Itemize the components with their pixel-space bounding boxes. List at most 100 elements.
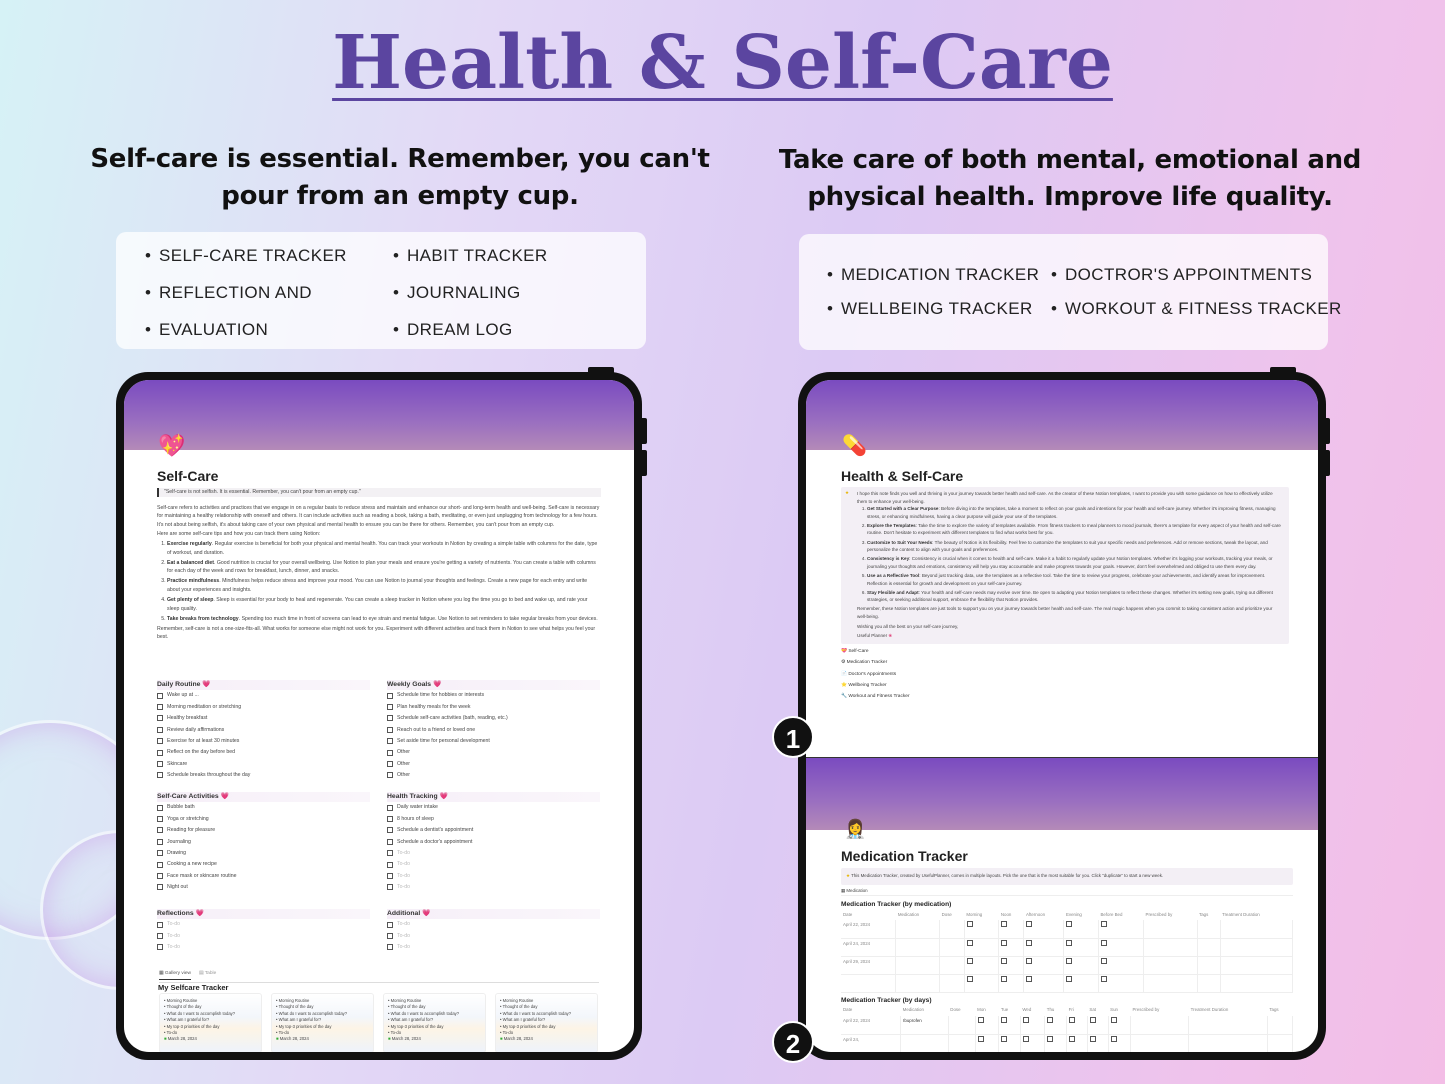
page-link[interactable]: 💝 Self-Care [841,646,1289,657]
checkbox-item[interactable]: Yoga or stretching [157,813,370,824]
checkbox-item[interactable]: Healthy breakfast [157,713,370,724]
checkbox-item[interactable]: Schedule time for hobbies or interests [387,690,600,701]
table-cell[interactable]: April 24, 2024 [841,938,897,957]
table-cell[interactable] [964,956,1000,975]
checkbox-item[interactable]: Wake up at ... [157,690,370,701]
table-cell[interactable] [841,974,897,993]
checkbox[interactable] [1066,975,1073,982]
checkbox[interactable] [157,804,163,811]
table-cell[interactable] [1098,956,1145,975]
table-cell[interactable] [1087,1016,1109,1035]
table-cell[interactable] [939,938,965,957]
checkbox[interactable] [1026,975,1033,982]
checkbox-item[interactable]: Reach out to a friend or loved one [387,724,600,735]
table-cell[interactable] [939,974,965,993]
checkbox[interactable] [387,884,393,891]
table-cell[interactable] [1063,956,1099,975]
gallery-card[interactable]: • Morning Routine • Thought of the day • W… [495,993,598,1052]
checkbox[interactable] [1110,1017,1117,1024]
checkbox[interactable] [387,933,393,940]
checkbox-placeholder[interactable]: To-do [387,930,600,941]
table-row[interactable]: April 24, 2024 [841,938,1294,957]
table-cell[interactable] [1098,920,1145,939]
checkbox-item[interactable]: Schedule breaks throughout the day [157,770,370,781]
table-cell[interactable] [1220,920,1294,939]
table-cell[interactable] [1197,974,1221,993]
checkbox-item[interactable]: Night out [157,882,370,893]
gallery-card[interactable]: • Morning Routine • Thought of the day • W… [159,993,262,1052]
table-row[interactable]: April 24, [841,1034,1294,1052]
table-cell[interactable] [998,938,1025,957]
checkbox[interactable] [966,939,973,946]
checkbox[interactable] [157,827,163,834]
checkbox[interactable] [157,704,163,711]
table-cell[interactable] [1020,1016,1046,1035]
checkbox-item[interactable]: Schedule a dentist's appointment [387,825,600,836]
table-cell[interactable] [895,920,941,939]
checkbox[interactable] [387,827,393,834]
checkbox[interactable] [1001,939,1008,946]
checkbox[interactable] [1001,1017,1008,1024]
checkbox-item[interactable]: Morning meditation or stretching [157,701,370,712]
table-cell[interactable] [1143,938,1198,957]
checkbox-item[interactable]: Daily water intake [387,802,600,813]
table-row[interactable]: April 29, 2024 [841,956,1294,975]
checkbox[interactable] [387,921,393,928]
checkbox-placeholder[interactable]: To-do [387,942,600,953]
table-cell[interactable] [1130,1034,1190,1052]
checkbox[interactable] [966,921,973,928]
table-cell[interactable] [1197,920,1221,939]
checkbox[interactable] [387,838,393,845]
checkbox[interactable] [387,704,393,711]
checkbox[interactable] [1001,1035,1008,1042]
checkbox[interactable] [1026,921,1033,928]
table-cell[interactable]: April 29, 2024 [841,956,897,975]
checkbox[interactable] [387,726,393,733]
table-cell[interactable]: April 22, 2024 [841,920,897,939]
table-cell[interactable] [998,974,1025,993]
checkbox[interactable] [1066,939,1073,946]
checkbox-item[interactable]: Reading for pleasure [157,825,370,836]
table-row[interactable]: April 22, 2024 Ibuprofen [841,1016,1294,1035]
page-link[interactable]: ⭐ Wellbeing Tracker [841,680,1289,691]
checkbox[interactable] [1100,921,1107,928]
checkbox-item[interactable]: Schedule self-care activities (bath, rea… [387,713,600,724]
checkbox-placeholder[interactable]: To-do [387,870,600,881]
checkbox-placeholder[interactable]: To-do [157,930,370,941]
checkbox[interactable] [387,873,393,880]
checkbox[interactable] [1026,939,1033,946]
checkbox[interactable] [1069,1017,1076,1024]
tab-gallery-view[interactable]: ▦ Gallery view [159,970,191,980]
checkbox[interactable] [966,975,973,982]
checkbox[interactable] [1022,1035,1029,1042]
checkbox[interactable] [157,749,163,756]
table-cell[interactable] [948,1016,976,1035]
page-link[interactable]: ⚙ Medication Tracker [841,657,1289,668]
table-cell[interactable] [1267,1016,1294,1035]
checkbox-item[interactable]: Journaling [157,836,370,847]
checkbox[interactable] [157,726,163,733]
view-tab-medication[interactable]: ▦ Medication [841,887,1293,897]
checkbox-placeholder[interactable]: To-do [157,942,370,953]
checkbox-item[interactable]: Exercise for at least 30 minutes [157,736,370,747]
table-cell[interactable] [1108,1034,1131,1052]
table-cell[interactable] [939,920,965,939]
checkbox-item[interactable]: Reflect on the day before bed [157,747,370,758]
table-cell[interactable]: April 22, 2024 [841,1016,902,1035]
checkbox-item[interactable]: Other [387,758,600,769]
checkbox[interactable] [1100,975,1107,982]
checkbox-item[interactable]: Drawing [157,848,370,859]
table-row[interactable] [841,974,1294,993]
checkbox[interactable] [157,772,163,779]
table-cell[interactable] [1020,1034,1046,1052]
checkbox[interactable] [157,816,163,823]
checkbox-item[interactable]: Skincare [157,758,370,769]
checkbox[interactable] [157,884,163,891]
checkbox-placeholder[interactable]: To-do [387,919,600,930]
checkbox[interactable] [157,861,163,868]
gallery-card[interactable]: • Morning Routine • Thought of the day • W… [383,993,486,1052]
table-cell[interactable] [900,1034,949,1052]
checkbox[interactable] [977,1035,984,1042]
checkbox-placeholder[interactable]: To-do [387,882,600,893]
checkbox[interactable] [157,838,163,845]
